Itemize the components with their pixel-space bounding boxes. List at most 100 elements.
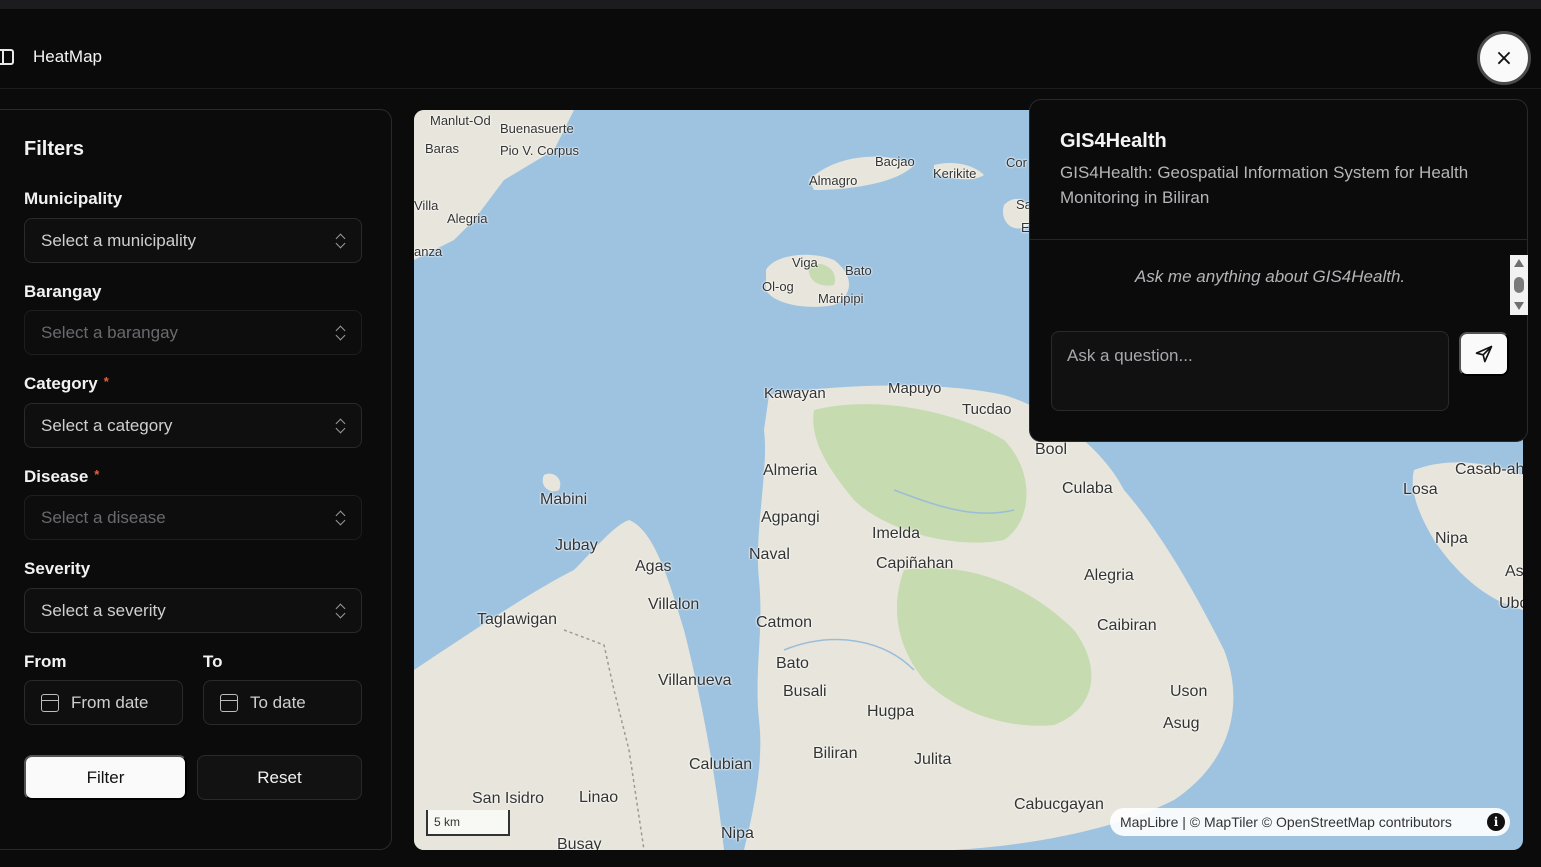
map-place-label: Jubay (555, 537, 598, 554)
map-place-label: Mapuyo (888, 380, 942, 397)
sidebar-toggle-icon[interactable] (0, 49, 14, 65)
barangay-select-value: Select a barangay (41, 322, 179, 342)
map-place-label: Linao (579, 789, 619, 806)
map-place-label: Capiñahan (876, 555, 954, 572)
map-place-label: Calubian (689, 756, 753, 773)
map-place-label: Villanueva (658, 672, 732, 689)
chevron-up-down-icon (335, 233, 345, 249)
category-select-value: Select a category (41, 415, 173, 435)
chevron-up-down-icon (335, 418, 345, 434)
map-place-label: Cabucgayan (1014, 796, 1104, 813)
map-place-label: Agas (635, 558, 672, 575)
map-place-label: Manlut-Od (430, 113, 491, 128)
severity-label: Severity (24, 559, 91, 578)
map-place-label: Uson (1170, 683, 1208, 700)
calendar-icon (41, 693, 59, 712)
filter-button[interactable]: Filter (24, 755, 187, 800)
map-place-label: Almagro (809, 173, 858, 188)
map-place-label: San Isidro (472, 790, 545, 807)
chat-scrollbar[interactable] (1510, 255, 1528, 315)
map-scale-bar: 5 km (426, 810, 510, 836)
required-mark: * (103, 374, 109, 389)
map-place-label: Kerikite (933, 166, 977, 181)
to-date-picker[interactable]: To date (203, 680, 362, 725)
map-place-label: Buenasuerte (500, 121, 574, 136)
map-place-label: Biliran (813, 745, 858, 762)
map-place-label: Casab-ah (1455, 461, 1523, 478)
map-place-label: Bato (845, 263, 872, 278)
barangay-select[interactable]: Select a barangay (24, 310, 362, 355)
info-icon[interactable]: i (1487, 813, 1505, 831)
chat-title: GIS4Health (1060, 130, 1167, 152)
map-place-label: Villa (414, 198, 439, 213)
app-header: HeatMap × (0, 9, 1541, 89)
send-button[interactable] (1459, 332, 1509, 376)
map-place-label: Mabini (540, 491, 588, 508)
send-icon (1475, 345, 1493, 363)
category-select[interactable]: Select a category (24, 403, 362, 448)
municipality-select[interactable]: Select a municipality (24, 218, 362, 263)
map-place-label: Busay (557, 836, 602, 850)
scroll-thumb[interactable] (1514, 277, 1524, 293)
from-label: From (24, 652, 67, 671)
map-place-label: Asug (1163, 715, 1200, 732)
close-button[interactable]: × (1477, 31, 1531, 85)
to-date-value: To date (250, 692, 306, 712)
chevron-up-down-icon (335, 510, 345, 526)
window-top-strip (0, 0, 1541, 9)
disease-label-text: Disease (24, 467, 89, 486)
map-place-label: Julita (914, 751, 952, 768)
map-place-label: Ubo (1499, 595, 1523, 612)
category-label: Category * (24, 374, 109, 394)
map-place-label: Busali (783, 683, 827, 700)
severity-select[interactable]: Select a severity (24, 588, 362, 633)
map-place-label: Maripipi (818, 291, 864, 306)
map-place-label: Taglawigan (477, 611, 558, 628)
map-place-label: anza (414, 244, 443, 259)
map-place-label: Tucdao (962, 401, 1012, 418)
barangay-label: Barangay (24, 282, 102, 301)
chat-popover: GIS4Health GIS4Health: Geospatial Inform… (1029, 99, 1528, 442)
map-place-label: Caibiran (1097, 617, 1157, 634)
disease-select-value: Select a disease (41, 507, 166, 527)
map-place-label: Bato (776, 655, 809, 672)
chevron-up-down-icon (335, 603, 345, 619)
from-date-picker[interactable]: From date (24, 680, 183, 725)
map-place-label: Almeria (763, 462, 818, 479)
map-place-label: Losa (1403, 481, 1438, 498)
scroll-down-arrow-icon[interactable] (1514, 302, 1524, 310)
map-place-label: Culaba (1062, 480, 1113, 497)
required-mark: * (94, 467, 100, 482)
map-place-label: As (1505, 563, 1523, 580)
disease-select[interactable]: Select a disease (24, 495, 362, 540)
municipality-select-value: Select a municipality (41, 230, 196, 250)
category-label-text: Category (24, 374, 98, 393)
map-place-label: Viga (792, 255, 818, 270)
map-place-label: Imelda (872, 525, 921, 542)
chat-empty-hint: Ask me anything about GIS4Health. (1134, 267, 1406, 286)
chat-divider (1030, 239, 1527, 240)
filters-title: Filters (24, 138, 85, 160)
map-place-label: Bool (1035, 441, 1068, 458)
chevron-up-down-icon (335, 325, 345, 341)
calendar-icon (220, 693, 238, 712)
chat-question-input[interactable]: Ask a question... (1051, 331, 1449, 411)
municipality-label: Municipality (24, 189, 123, 208)
map-place-label: Naval (749, 546, 790, 563)
map-place-label: Nipa (721, 825, 754, 842)
reset-button[interactable]: Reset (197, 755, 362, 800)
map-place-label: Pio V. Corpus (500, 143, 580, 158)
map-place-label: Baras (425, 141, 459, 156)
map-place-label: Agpangi (761, 509, 820, 526)
page-title: HeatMap (33, 47, 102, 66)
severity-select-value: Select a severity (41, 600, 166, 620)
map-attribution: MapLibre | © MapTiler © OpenStreetMap co… (1110, 808, 1510, 836)
to-label: To (203, 652, 223, 671)
from-date-value: From date (71, 692, 149, 712)
disease-label: Disease * (24, 467, 99, 487)
map-place-label: Ol-og (762, 279, 794, 294)
scroll-up-arrow-icon[interactable] (1514, 259, 1524, 267)
map-place-label: Villalon (648, 596, 700, 613)
map-place-label: Alegria (1084, 567, 1134, 584)
map-attribution-text: MapLibre | © MapTiler © OpenStreetMap co… (1120, 814, 1452, 830)
